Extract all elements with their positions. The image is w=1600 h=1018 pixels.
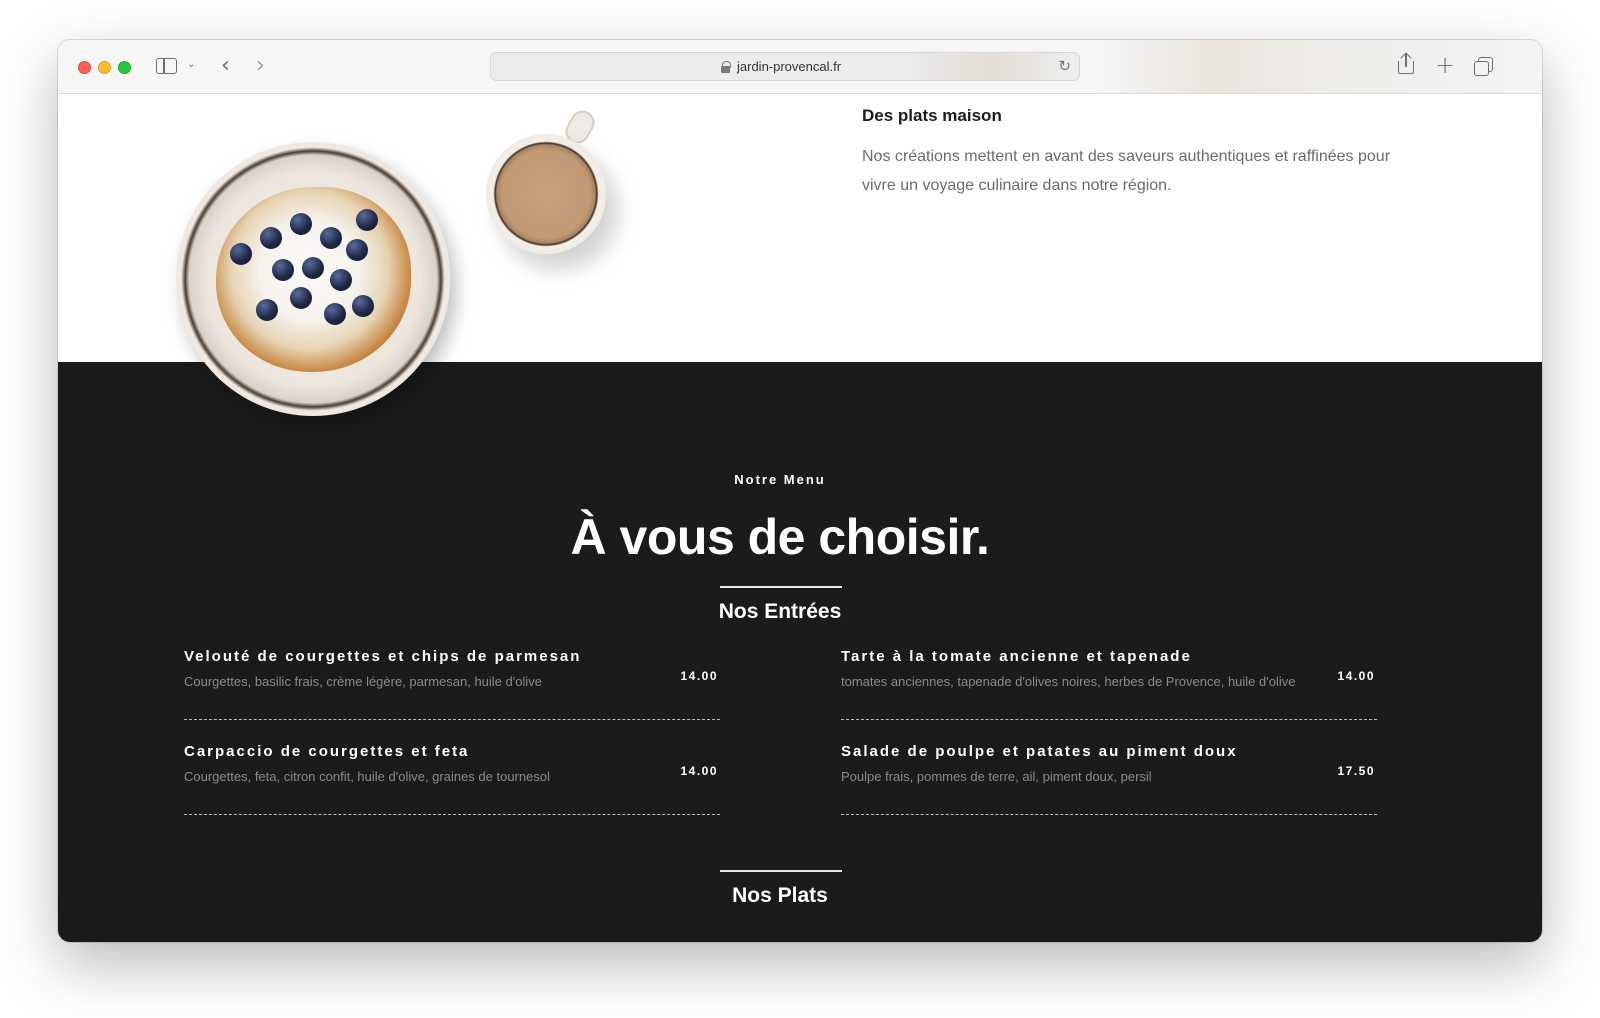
- waffle-plate-image: [176, 142, 450, 416]
- intro-text: Nos créations mettent en avant des saveu…: [862, 148, 1391, 194]
- divider: [720, 870, 842, 872]
- menu-item-price: 14.00: [680, 764, 718, 778]
- menu-item: Velouté de courgettes et chips de parmes…: [184, 648, 720, 720]
- menu-item-description: Courgettes, feta, citron confit, huile d…: [184, 769, 550, 784]
- menu-item: Carpaccio de courgettes et feta Courgett…: [184, 743, 720, 815]
- tab-overview-icon[interactable]: [1474, 57, 1493, 76]
- lock-icon: [721, 61, 731, 73]
- menu-section: Notre Menu À vous de choisir. Nos Entrée…: [58, 362, 1542, 942]
- back-icon[interactable]: ‹: [221, 55, 230, 77]
- menu-item-name: Tarte à la tomate ancienne et tapenade: [841, 648, 1192, 665]
- intro-title: Des plats maison: [862, 106, 1002, 125]
- browser-window: ⌄ ‹ › jardin-provencal.fr ↻ + Notre Menu…: [58, 40, 1542, 942]
- browser-toolbar: ⌄ ‹ › jardin-provencal.fr ↻ +: [58, 40, 1542, 94]
- minimize-window-button[interactable]: [98, 61, 111, 74]
- menu-item-price: 14.00: [680, 669, 718, 683]
- mains-title: Nos Plats: [732, 884, 828, 907]
- coffee-cup-image: [486, 134, 606, 254]
- menu-item: Tarte à la tomate ancienne et tapenade t…: [841, 648, 1377, 720]
- sidebar-icon[interactable]: [156, 58, 177, 74]
- menu-item-description: Poulpe frais, pommes de terre, ail, pime…: [841, 769, 1152, 784]
- menu-item-price: 17.50: [1337, 764, 1375, 778]
- zoom-window-button[interactable]: [118, 61, 131, 74]
- url-text: jardin-provencal.fr: [737, 59, 842, 74]
- menu-item: Salade de poulpe et patates au piment do…: [841, 743, 1377, 815]
- menu-item-name: Velouté de courgettes et chips de parmes…: [184, 648, 582, 665]
- share-icon[interactable]: [1398, 52, 1414, 75]
- reload-icon[interactable]: ↻: [1058, 57, 1071, 75]
- menu-item-name: Carpaccio de courgettes et feta: [184, 743, 470, 760]
- starters-title: Nos Entrées: [718, 600, 842, 623]
- menu-item-description: Courgettes, basilic frais, crème légère,…: [184, 674, 542, 689]
- chevron-down-icon[interactable]: ⌄: [187, 60, 195, 70]
- menu-item-name: Salade de poulpe et patates au piment do…: [841, 743, 1238, 760]
- menu-eyebrow: Notre Menu: [734, 472, 826, 487]
- web-page: Notre Menu À vous de choisir. Nos Entrée…: [58, 94, 1542, 942]
- close-window-button[interactable]: [78, 61, 91, 74]
- new-tab-icon[interactable]: +: [1435, 53, 1455, 77]
- divider: [720, 586, 842, 588]
- menu-item-price: 14.00: [1337, 669, 1375, 683]
- forward-icon[interactable]: ›: [256, 55, 265, 77]
- menu-item-description: tomates anciennes, tapenade d'olives noi…: [841, 674, 1296, 689]
- address-bar[interactable]: jardin-provencal.fr ↻: [490, 52, 1080, 81]
- menu-headline: À vous de choisir.: [570, 509, 990, 565]
